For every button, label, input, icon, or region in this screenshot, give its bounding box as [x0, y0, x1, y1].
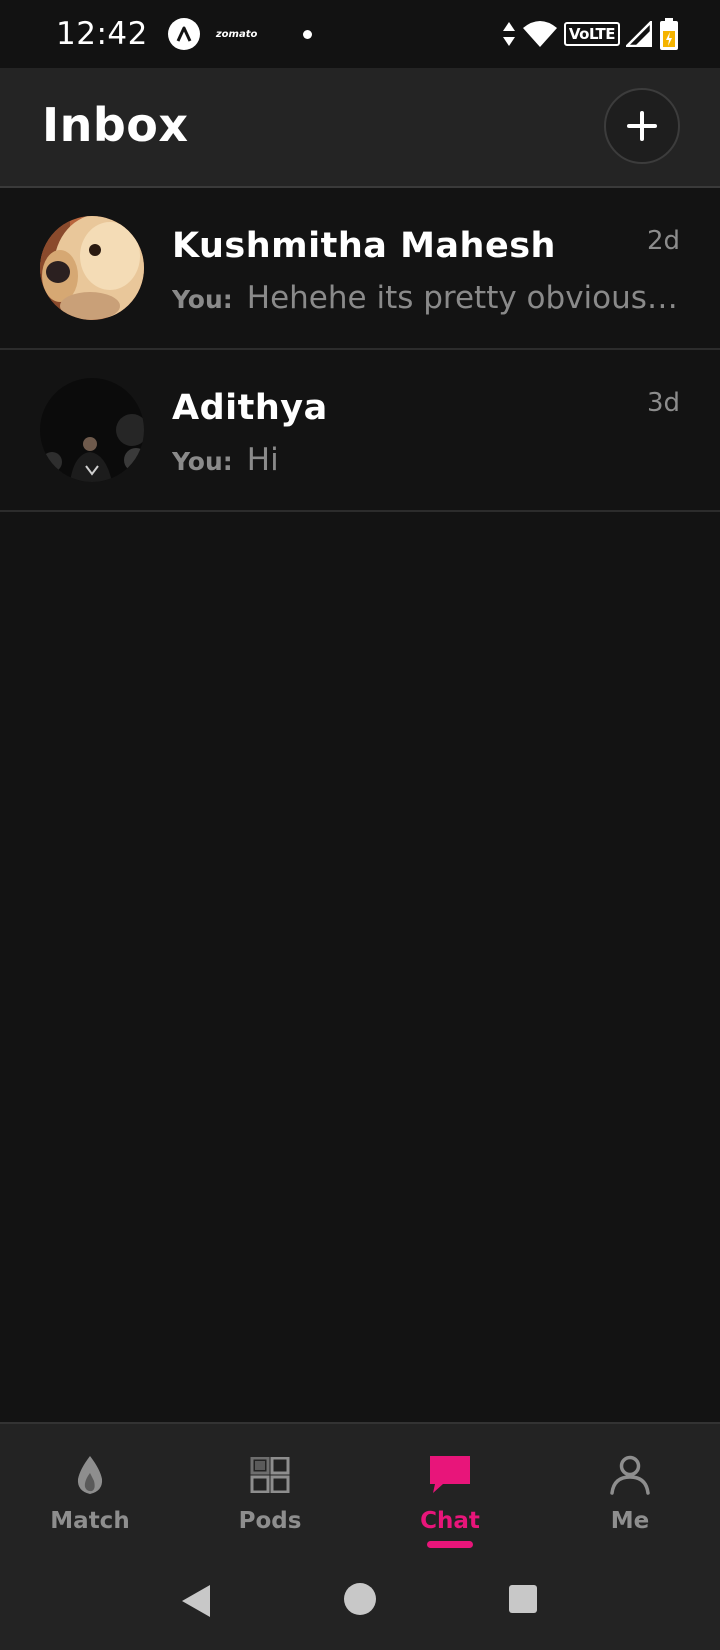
status-right: VoLTE — [502, 17, 680, 51]
message-time: 2d — [646, 226, 680, 256]
message-preview: You: Hi — [172, 442, 680, 478]
nav-label: Me — [610, 1508, 650, 1534]
plus-icon — [627, 111, 657, 141]
flame-icon — [75, 1452, 105, 1498]
data-transfer-icon — [502, 22, 515, 46]
contact-name: Kushmitha Mahesh — [172, 226, 556, 266]
avatar[interactable] — [40, 216, 144, 320]
new-chat-button[interactable] — [604, 88, 680, 164]
preview-text: Hi — [246, 442, 279, 478]
app-notification-icon — [167, 18, 200, 50]
portrait-avatar-image — [40, 378, 144, 482]
conversation-row[interactable]: Kushmitha Mahesh 2d You: Hehehe its pret… — [0, 188, 720, 350]
sender-label: You: — [172, 447, 233, 476]
home-button[interactable] — [343, 1582, 377, 1620]
nav-tab-pods[interactable]: Pods — [180, 1424, 360, 1554]
chat-bubble-icon — [429, 1452, 471, 1498]
nav-label: Chat — [420, 1508, 480, 1534]
nav-label: Match — [50, 1508, 130, 1534]
avatar[interactable] — [40, 378, 144, 482]
nav-tab-match[interactable]: Match — [0, 1424, 180, 1554]
notification-dot-icon — [303, 29, 313, 39]
sender-label: You: — [172, 285, 233, 314]
conversation-row[interactable]: Adithya 3d You: Hi — [0, 350, 720, 512]
wifi-icon — [522, 21, 557, 47]
active-tab-indicator — [427, 1541, 473, 1548]
message-time: 3d — [646, 388, 680, 418]
status-left: 12:42 zomato — [56, 16, 313, 52]
nav-tab-me[interactable]: Me — [540, 1424, 720, 1554]
system-navigation-bar — [0, 1554, 720, 1650]
contact-name: Adithya — [172, 388, 328, 428]
zomato-notification-icon: zomato — [215, 28, 258, 40]
home-circle-icon — [344, 1583, 376, 1615]
status-bar: 12:42 zomato VoLTE — [0, 0, 720, 68]
signal-icon — [626, 21, 652, 47]
recents-square-icon — [509, 1585, 537, 1613]
bottom-navigation: Match Pods Chat Me — [0, 1422, 720, 1554]
status-time: 12:42 — [56, 16, 148, 52]
grid-icon — [250, 1452, 290, 1498]
inbox-header: Inbox — [0, 68, 720, 188]
nav-tab-chat[interactable]: Chat — [360, 1424, 540, 1554]
volte-badge: VoLTE — [563, 22, 620, 46]
recents-button[interactable] — [508, 1584, 538, 1618]
back-triangle-icon — [182, 1585, 210, 1617]
message-preview: You: Hehehe its pretty obvious … — [172, 280, 680, 316]
back-button[interactable] — [180, 1584, 212, 1622]
nav-label: Pods — [238, 1508, 302, 1534]
preview-text: Hehehe its pretty obvious … — [246, 280, 680, 316]
dog-avatar-image — [40, 216, 144, 320]
person-icon — [609, 1452, 651, 1498]
conversation-list: Kushmitha Mahesh 2d You: Hehehe its pret… — [0, 188, 720, 512]
page-title: Inbox — [42, 98, 189, 152]
battery-icon — [660, 18, 678, 50]
